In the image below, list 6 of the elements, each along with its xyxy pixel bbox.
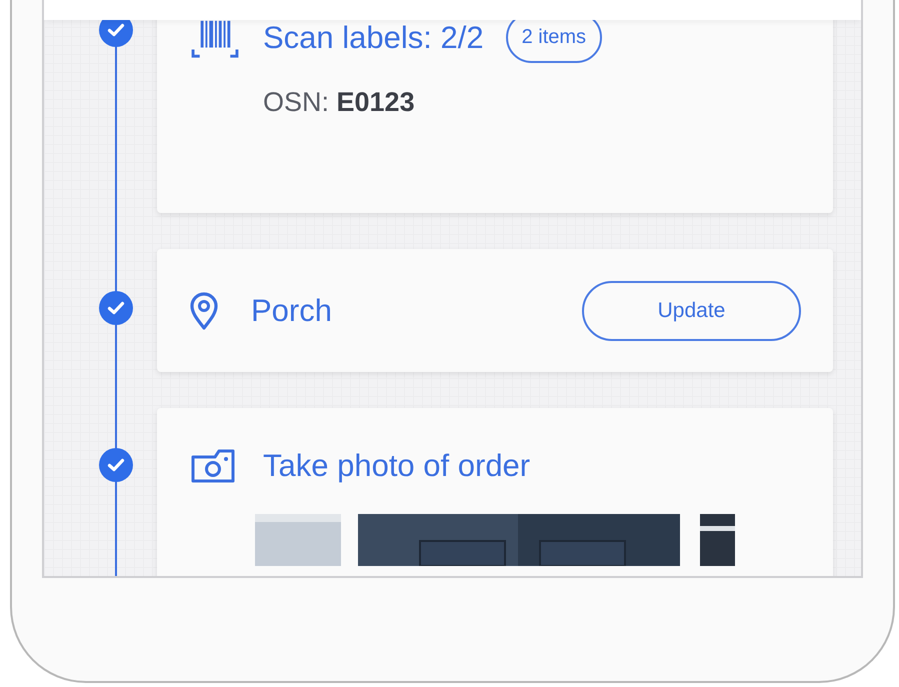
location-pin-icon xyxy=(189,290,219,330)
step-title: Porch xyxy=(251,292,332,328)
update-button[interactable]: Update xyxy=(582,280,801,340)
order-number: OSN: E0123 xyxy=(263,87,416,118)
step-title: Take photo of order xyxy=(263,448,530,484)
step-title: Scan labels: 2/2 xyxy=(263,20,484,56)
